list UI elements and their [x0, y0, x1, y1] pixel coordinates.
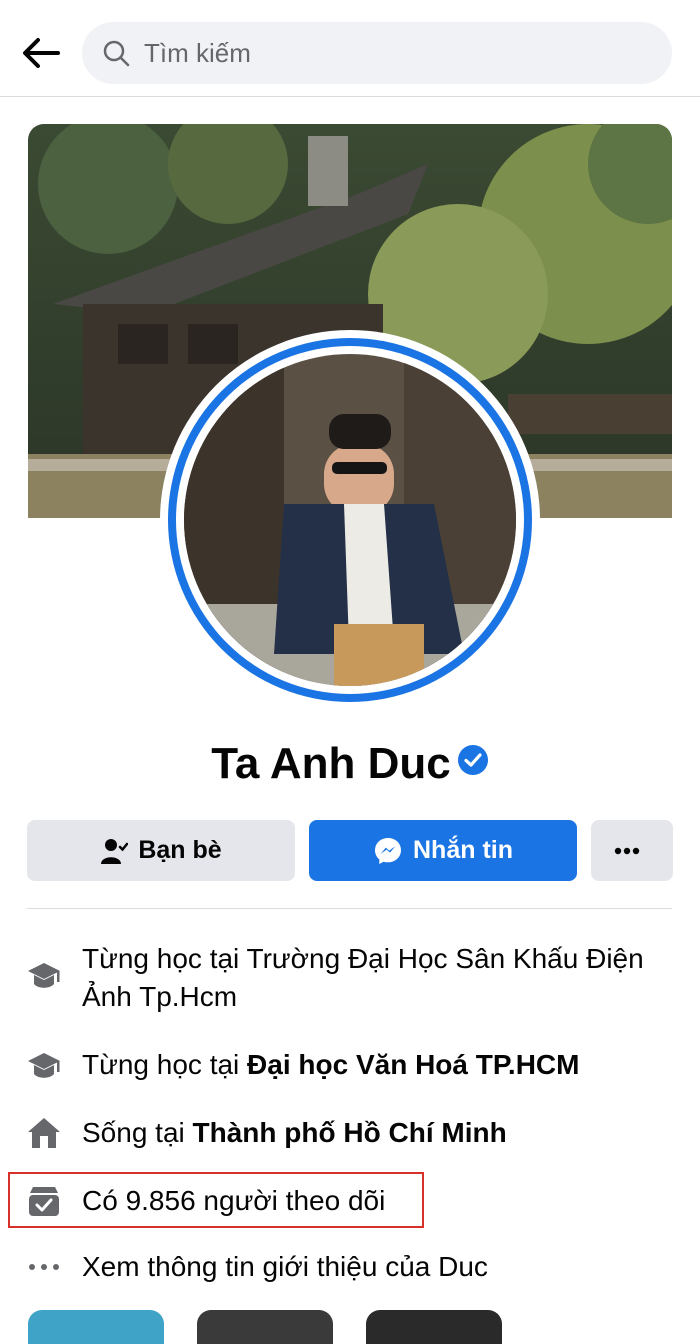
graduation-cap-icon	[28, 963, 60, 988]
featured-thumbnail[interactable]	[197, 1310, 333, 1344]
education-2-school[interactable]: Đại học Văn Hoá TP.HCM	[247, 1049, 579, 1080]
top-bar: Tìm kiếm	[0, 0, 700, 97]
message-button[interactable]: Nhắn tin	[309, 820, 577, 881]
search-placeholder: Tìm kiếm	[144, 38, 251, 68]
profile-name-row: Ta Anh Duc	[0, 734, 700, 794]
friends-label: Bạn bè	[138, 836, 222, 864]
message-label: Nhắn tin	[413, 836, 513, 864]
search-input[interactable]: Tìm kiếm	[82, 22, 672, 84]
lives-city[interactable]: Thành phố Hồ Chí Minh	[193, 1117, 507, 1148]
home-icon	[28, 1118, 60, 1148]
arrow-left-icon	[23, 38, 60, 68]
intro-see-about[interactable]: Xem thông tin giới thiệu của Duc	[0, 1248, 700, 1286]
ellipsis-icon	[29, 1264, 59, 1270]
graduation-cap-icon	[28, 1053, 60, 1078]
messenger-icon	[375, 837, 401, 864]
search-icon	[103, 40, 130, 67]
highlight-box	[8, 1172, 424, 1228]
intro-education-1[interactable]: Từng học tại Trường Đại Học Sân Khấu Điệ…	[0, 940, 700, 1020]
verified-badge-icon	[457, 745, 488, 775]
featured-thumbnails	[0, 1310, 700, 1344]
education-1-text: Từng học tại Trường Đại Học Sân Khấu Điệ…	[82, 943, 644, 1012]
intro-lives-in[interactable]: Sống tại Thành phố Hồ Chí Minh	[0, 1114, 700, 1152]
education-2-prefix: Từng học tại	[82, 1049, 248, 1080]
friend-person-icon	[101, 838, 129, 864]
friends-button[interactable]: Bạn bè	[27, 820, 295, 881]
divider	[27, 908, 672, 909]
more-dots-icon	[614, 847, 640, 854]
intro-education-2[interactable]: Từng học tại Đại học Văn Hoá TP.HCM	[0, 1046, 700, 1084]
see-about-text: Xem thông tin giới thiệu của Duc	[82, 1251, 488, 1282]
more-options-button[interactable]	[591, 820, 673, 881]
lives-prefix: Sống tại	[82, 1117, 193, 1148]
featured-thumbnail[interactable]	[366, 1310, 502, 1344]
profile-name: Ta Anh Duc	[211, 739, 451, 788]
back-button[interactable]	[18, 30, 64, 76]
avatar[interactable]	[184, 354, 516, 686]
featured-thumbnail[interactable]	[28, 1310, 164, 1344]
